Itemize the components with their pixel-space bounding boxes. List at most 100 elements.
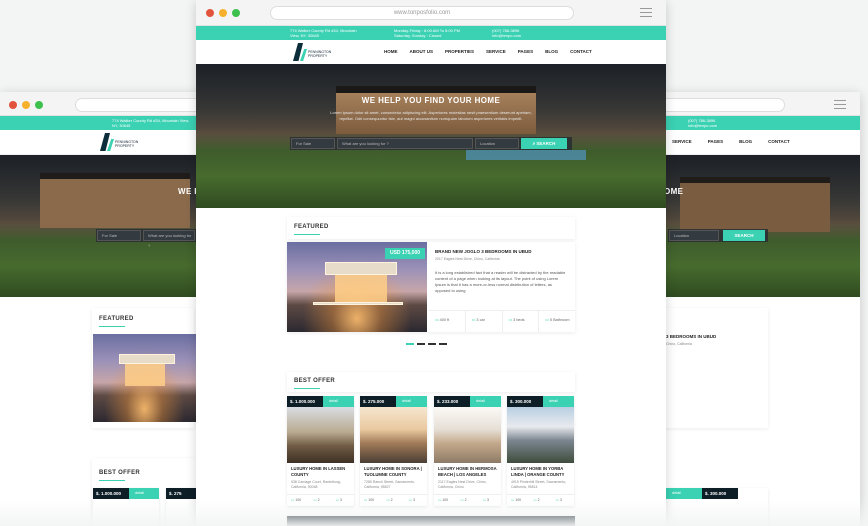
best-offer-underline — [294, 388, 320, 389]
nav-bar: PENNINGTON PROPERTY HOME ABOUT US PROPER… — [196, 40, 666, 65]
window-controls — [9, 101, 43, 109]
best-offer-heading: BEST OFFER — [294, 378, 336, 384]
maximize-dot[interactable] — [35, 101, 43, 109]
browser-chrome: www.tonposfolio.com — [196, 0, 666, 26]
contact-info: (007) 786-3896 info@tenpo.com — [492, 28, 522, 38]
featured-title[interactable]: BRAND NEW JOGLO 3 BEDROOMS IN UBUD — [435, 249, 532, 254]
location-select[interactable]: Location — [475, 138, 519, 149]
offer-card-4[interactable]: $. 300.000 detail LUXURY HOME IN YORBA L… — [507, 396, 574, 506]
address-info: 774 Walker County Rd #34, Mountain View,… — [112, 118, 190, 128]
hero-search-back: For Sale What are you looking for ? — [96, 229, 196, 248]
offer-price: $. 300.000 — [507, 396, 543, 407]
pool — [466, 150, 586, 160]
detail-link[interactable]: detail — [543, 396, 574, 407]
featured-section: FEATURED — [287, 217, 575, 239]
minimize-dot[interactable] — [219, 9, 227, 17]
offer-address: 2117 Eagles Nest Drive, Chino, Californi… — [438, 480, 487, 489]
nav-service[interactable]: SERVICE — [672, 139, 692, 144]
best-offer-heading: BEST OFFER — [99, 470, 141, 476]
maximize-dot[interactable] — [232, 9, 240, 17]
offer-price: $. 1.000.000 — [93, 488, 129, 499]
detail-link[interactable]: detail — [396, 396, 427, 407]
nav-pages[interactable]: PAGES — [518, 49, 533, 54]
nav-properties[interactable]: PROPERTIES — [445, 49, 474, 54]
pager-dot-1[interactable] — [406, 343, 414, 345]
best-offer-section: BEST OFFER — [287, 372, 575, 392]
brand-name: PENNINGTON PROPERTY — [308, 50, 332, 58]
nav-blog[interactable]: BLOG — [545, 49, 558, 54]
offer-price: $. 300.000 — [702, 488, 738, 499]
featured-listing[interactable]: USD 175,000 BRAND NEW JOGLO 3 BEDROOMS I… — [287, 242, 575, 332]
offer-price: $. 275.000 — [360, 396, 396, 407]
offer-price: $. 275 — [166, 488, 198, 499]
featured-title-back: 3 BEDROOMS IN UBUD — [666, 334, 717, 339]
type-select[interactable]: For Sale — [97, 230, 141, 241]
address-bar[interactable]: www.tonposfolio.com — [270, 6, 574, 20]
keyword-input[interactable]: What are you looking for ? — [337, 138, 473, 149]
offer-card-2[interactable]: $. 275.000 detail LUXURY HOME IN SONORA … — [360, 396, 427, 506]
brand-name: PENNINGTON PROPERTY — [115, 140, 139, 148]
featured-heading: FEATURED — [294, 224, 329, 230]
brand-logo[interactable]: PENNINGTON PROPERTY — [100, 133, 138, 156]
detail-link[interactable]: detail — [470, 396, 501, 407]
detail-link[interactable]: detail — [129, 488, 159, 499]
offer-photo — [360, 407, 427, 463]
location-select[interactable]: Location — [669, 230, 719, 241]
offer-title[interactable]: LUXURY HOME IN HERMOSA BEACH | LOS ANGEL… — [438, 466, 498, 478]
offer-address: 7285 Ranch Street, Sacramento, Californi… — [364, 480, 415, 489]
search-button[interactable]: SEARCH — [723, 230, 765, 241]
pager-dot-2[interactable] — [417, 343, 425, 345]
menu-icon[interactable] — [834, 100, 846, 112]
featured-address: 2017 Eagles Nest Drive, Chino, Californi… — [435, 257, 500, 261]
contact-info: (007) 786-3896 info@tenpo.com — [688, 118, 718, 128]
window-controls — [206, 9, 240, 17]
menu-icon[interactable] — [640, 8, 652, 20]
nav-about[interactable]: ABOUT US — [410, 49, 434, 54]
area-stat: 400 ft — [429, 311, 466, 332]
offer-title[interactable]: LUXURY HOME IN YORBA LINDA | ORANGE COUN… — [511, 466, 571, 478]
offer-title[interactable]: LUXURY HOME IN SONORA | TUOLUMNE COUNTY — [364, 466, 424, 478]
front-browser-window: www.tonposfolio.com 774 Walker County Rd… — [196, 0, 666, 526]
offer-price: $. 1.000.000 — [287, 396, 323, 407]
minimize-dot[interactable] — [22, 101, 30, 109]
offer-photo — [507, 407, 574, 463]
nav-service[interactable]: SERVICE — [486, 49, 506, 54]
hero-search: For Sale What are you looking for ? Loca… — [290, 137, 572, 150]
pager-dot-3[interactable] — [428, 343, 436, 345]
featured-addr-back: Chino, California — [666, 342, 692, 346]
offer-card-1[interactable]: $. 1.000.000 detail LUXURY HOME IN LASSE… — [287, 396, 354, 506]
featured-heading: FEATURED — [99, 316, 134, 322]
search-button[interactable]: ⌕ SEARCH — [521, 138, 567, 149]
offer-card-3[interactable]: $. 233.000 detail LUXURY HOME IN HERMOSA… — [434, 396, 501, 506]
top-info-bar: 774 Walker County Rd #34, Mountain View,… — [196, 26, 666, 40]
featured-photo-back — [93, 334, 196, 422]
nav-contact[interactable]: CONTACT — [570, 49, 592, 54]
offer-address: 938 Carriage Court, Rantelburg, Californ… — [291, 480, 341, 489]
detail-link[interactable]: detail — [323, 396, 354, 407]
type-select[interactable]: For Sale — [291, 138, 335, 149]
nav-contact[interactable]: CONTACT — [768, 139, 790, 144]
pager-dot-4[interactable] — [439, 343, 447, 345]
featured-pager — [406, 343, 447, 345]
nav-home[interactable]: HOME — [384, 49, 398, 54]
close-dot[interactable] — [206, 9, 214, 17]
beds-stat: 3 beds — [503, 311, 540, 332]
hours-info: Monday-Friday : 8:00 AM To 5:00 PM Satur… — [394, 28, 460, 38]
detail-link[interactable]: detail — [666, 488, 702, 499]
offer-title[interactable]: LUXURY HOME IN LASSEN COUNTY — [291, 466, 351, 478]
brand-logo[interactable]: PENNINGTON PROPERTY — [293, 43, 331, 66]
address-info: 774 Walker County Rd #34, Mountain View,… — [290, 28, 357, 38]
hero-house-image — [40, 173, 190, 228]
keyword-input[interactable]: What are you looking for ? — [143, 230, 195, 248]
nav-blog[interactable]: BLOG — [739, 139, 752, 144]
hero-banner: WE HELP YOU FIND YOUR HOME Lorem ipsum d… — [196, 64, 666, 208]
close-dot[interactable] — [9, 101, 17, 109]
hero-search-back-right: Location SEARCH — [668, 229, 768, 242]
nav-pages[interactable]: PAGES — [708, 139, 723, 144]
featured-underline — [294, 234, 320, 235]
hero-title-end: OME — [664, 187, 684, 196]
featured-underline — [99, 326, 125, 327]
garage-stat: 3 car — [466, 311, 503, 332]
offer-photo — [287, 407, 354, 463]
featured-section-back-right: 3 BEDROOMS IN UBUD Chino, California — [664, 308, 768, 428]
